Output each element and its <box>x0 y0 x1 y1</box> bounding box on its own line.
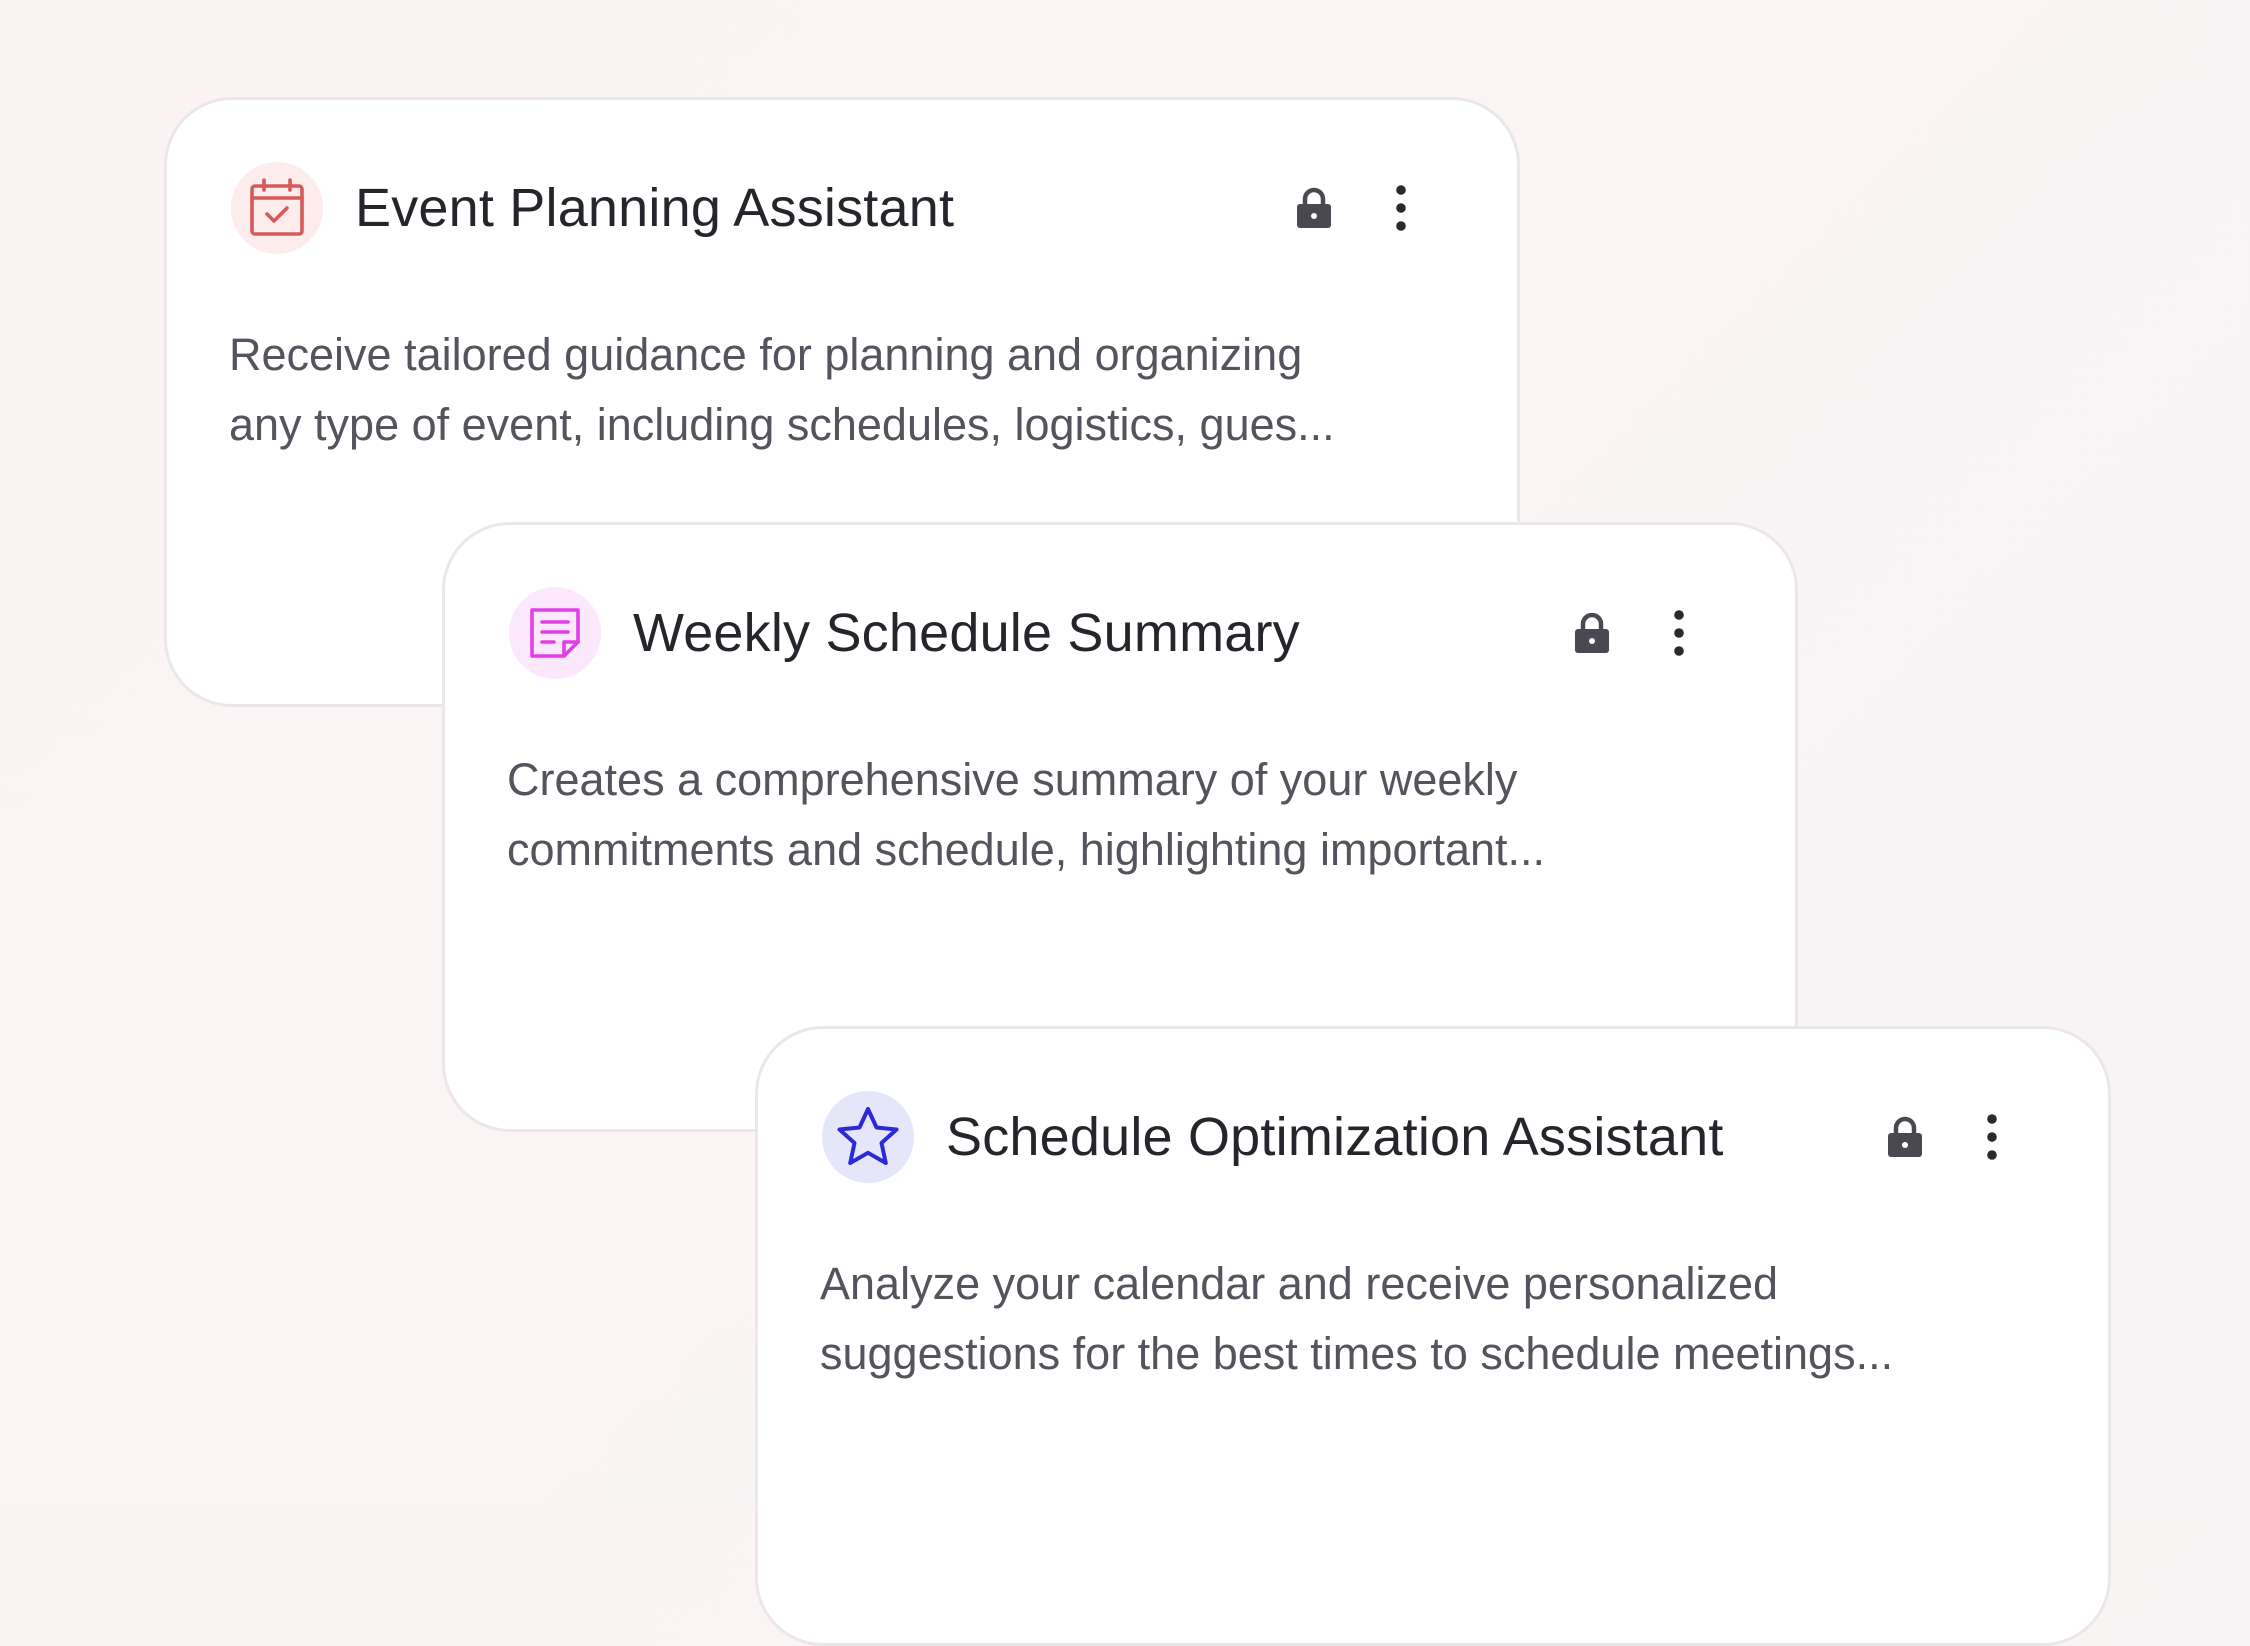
card-header: Weekly Schedule Summary <box>509 587 1731 679</box>
star-icon <box>822 1091 914 1183</box>
card-description: Receive tailored guidance for planning a… <box>229 329 1335 450</box>
more-options-icon[interactable] <box>1659 605 1699 661</box>
card-header: Event Planning Assistant <box>231 162 1453 254</box>
card-header: Schedule Optimization Assistant <box>822 1091 2044 1183</box>
card-title: Schedule Optimization Assistant <box>946 1107 1724 1167</box>
lock-icon[interactable] <box>1568 609 1616 657</box>
note-icon <box>509 587 601 679</box>
card-title: Weekly Schedule Summary <box>633 603 1300 663</box>
card-description: Creates a comprehensive summary of your … <box>507 754 1546 875</box>
assistant-card-schedule-optimization[interactable]: Schedule Optimization Assistant Analyze … <box>755 1026 2111 1646</box>
lock-icon[interactable] <box>1881 1113 1929 1161</box>
lock-icon[interactable] <box>1290 184 1338 232</box>
card-description: Analyze your calendar and receive person… <box>820 1258 1894 1379</box>
more-options-icon[interactable] <box>1972 1109 2012 1165</box>
calendar-check-icon <box>231 162 323 254</box>
more-options-icon[interactable] <box>1381 180 1421 236</box>
card-title: Event Planning Assistant <box>355 178 955 238</box>
